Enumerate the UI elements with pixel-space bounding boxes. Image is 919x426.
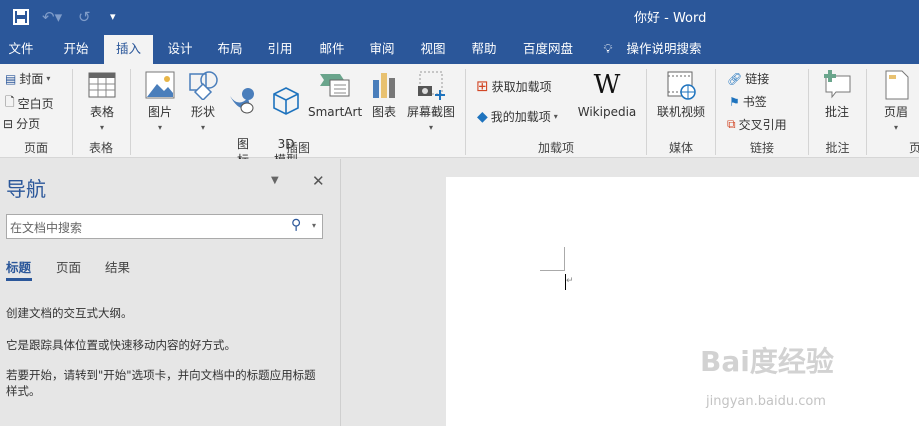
title-bar: ↶▾ ↺ ▾ 你好 - Word [0,0,919,35]
watermark-url: jingyan.baidu.com [706,394,826,409]
bookmark-button[interactable]: ⚑ 书签 [729,93,767,110]
group-label-illustrations: 插图 [285,141,310,155]
bookmark-flag-icon: ⚑ [729,94,740,109]
navigation-pane: 导航 ▼ ✕ 在文档中搜索 ⚲ ▾ 标题 页面 结果 创建文档的交互式大纲。 它… [0,159,341,426]
watermark-logo: Bai度经验 [700,345,834,378]
cover-page-button[interactable]: ▤ 封面 ▾ [5,70,50,87]
tab-help[interactable]: 帮助 [460,35,508,64]
margin-mark [540,270,564,271]
search-input[interactable]: 在文档中搜索 ⚲ ▾ [6,214,323,239]
group-label-media: 媒体 [668,141,693,155]
lightbulb-icon: 💡︎ [603,41,613,56]
link-button[interactable]: 🔗︎ 链接 [727,70,769,87]
nav-title: 导航 [6,177,46,201]
tab-review[interactable]: 审阅 [358,35,406,64]
blank-page-button[interactable]: 🗋︎ 空白页 [5,93,54,114]
tab-layout[interactable]: 布局 [206,35,254,64]
tab-file[interactable]: 文件 [0,35,42,64]
nav-help-text: 若要开始，请转到"开始"选项卡，并向文档中的标题应用标题样式。 [6,368,316,398]
shapes-button[interactable]: 形状 ▾ [184,70,222,136]
pictures-button[interactable]: 图片 ▾ [140,70,180,136]
online-video-icon [667,71,696,100]
tab-headings[interactable]: 标题 [6,257,31,276]
paragraph-mark: ↵ [566,276,574,286]
customize-qat-icon[interactable]: ▾ [110,10,116,23]
margin-mark [564,247,565,271]
group-label-pages: 页面 [23,141,48,155]
group-label-tables: 表格 [88,141,113,155]
tab-mailings[interactable]: 邮件 [308,35,356,64]
online-video-button[interactable]: 联机视频 [652,70,710,120]
cover-page-icon: ▤ [5,71,17,86]
undo-icon[interactable]: ↶▾ [42,8,62,26]
ribbon-insert: ▤封面▾ 🗋︎空白页 ⊟分页 页面 表格▾ 表格 图片▾ 形状▾ 图 标 3D … [0,64,919,167]
tab-results[interactable]: 结果 [105,257,130,276]
cube-icon [273,87,299,115]
icons-icon [230,88,254,114]
document-page[interactable]: ↵ [446,177,919,426]
window-title: 你好 - Word [634,11,707,26]
pane-options-icon[interactable]: ▼ [271,175,279,186]
tab-references[interactable]: 引用 [256,35,304,64]
tab-design[interactable]: 设计 [156,35,204,64]
tell-me-search[interactable]: 操作说明搜索 [626,35,702,64]
shapes-icon [189,71,218,100]
chart-button[interactable]: 图表 [368,70,400,120]
smartart-icon [320,74,350,97]
screenshot-button[interactable]: 屏幕截图 ▾ [404,70,458,136]
addins-icon: ◆ [477,108,488,125]
picture-icon [145,71,175,99]
active-tab-indicator [6,278,32,281]
ribbon-tabs: 文件 开始 插入 设计 布局 引用 邮件 审阅 视图 帮助 百度网盘 💡︎ 操作… [0,35,919,64]
wikipedia-icon: W [593,70,621,100]
wikipedia-button[interactable]: W Wikipedia [576,70,638,120]
smartart-button[interactable]: SmartArt [308,70,362,120]
get-addins-button[interactable]: ⊞ 获取加载项 [476,77,552,95]
group-label-comments: 批注 [825,141,850,155]
search-icon[interactable]: ⚲ [291,217,301,233]
header-button[interactable]: 页眉 ▾ [876,70,916,136]
new-comment-icon [824,70,851,99]
nav-help-text: 创建文档的交互式大纲。 [6,306,133,320]
tab-view[interactable]: 视图 [409,35,457,64]
table-button[interactable]: 表格 ▾ [80,70,124,136]
page-break-icon: ⊟ [3,116,14,131]
cross-reference-button[interactable]: ⧉ 交叉引用 [727,116,787,133]
redo-icon[interactable]: ↺ [78,8,91,26]
chart-icon [373,73,395,98]
link-icon: 🔗︎ [727,71,743,86]
nav-help-text: 它是跟踪具体位置或快速移动内容的好方式。 [6,338,236,352]
blank-page-icon: 🗋︎ [5,95,15,109]
cross-reference-icon: ⧉ [727,117,736,131]
tab-home[interactable]: 开始 [52,35,100,64]
search-options-icon[interactable]: ▾ [312,221,316,230]
group-label-header-footer: 页 [908,141,919,155]
close-icon[interactable]: ✕ [312,172,325,190]
group-label-links: 链接 [749,141,774,155]
store-icon: ⊞ [476,77,489,95]
save-icon[interactable] [13,9,29,25]
page-break-button[interactable]: ⊟ 分页 [3,115,40,132]
header-icon [885,70,909,100]
tab-baidu-netdisk[interactable]: 百度网盘 [518,35,578,64]
comment-button[interactable]: 批注 [814,70,860,120]
tab-insert[interactable]: 插入 [104,35,153,64]
group-label-addins: 加载项 [537,141,574,155]
table-icon [88,72,116,98]
tab-pages[interactable]: 页面 [56,257,81,276]
screenshot-icon [418,71,445,100]
my-addins-button[interactable]: ◆ 我的加载项 ▾ [477,108,558,125]
